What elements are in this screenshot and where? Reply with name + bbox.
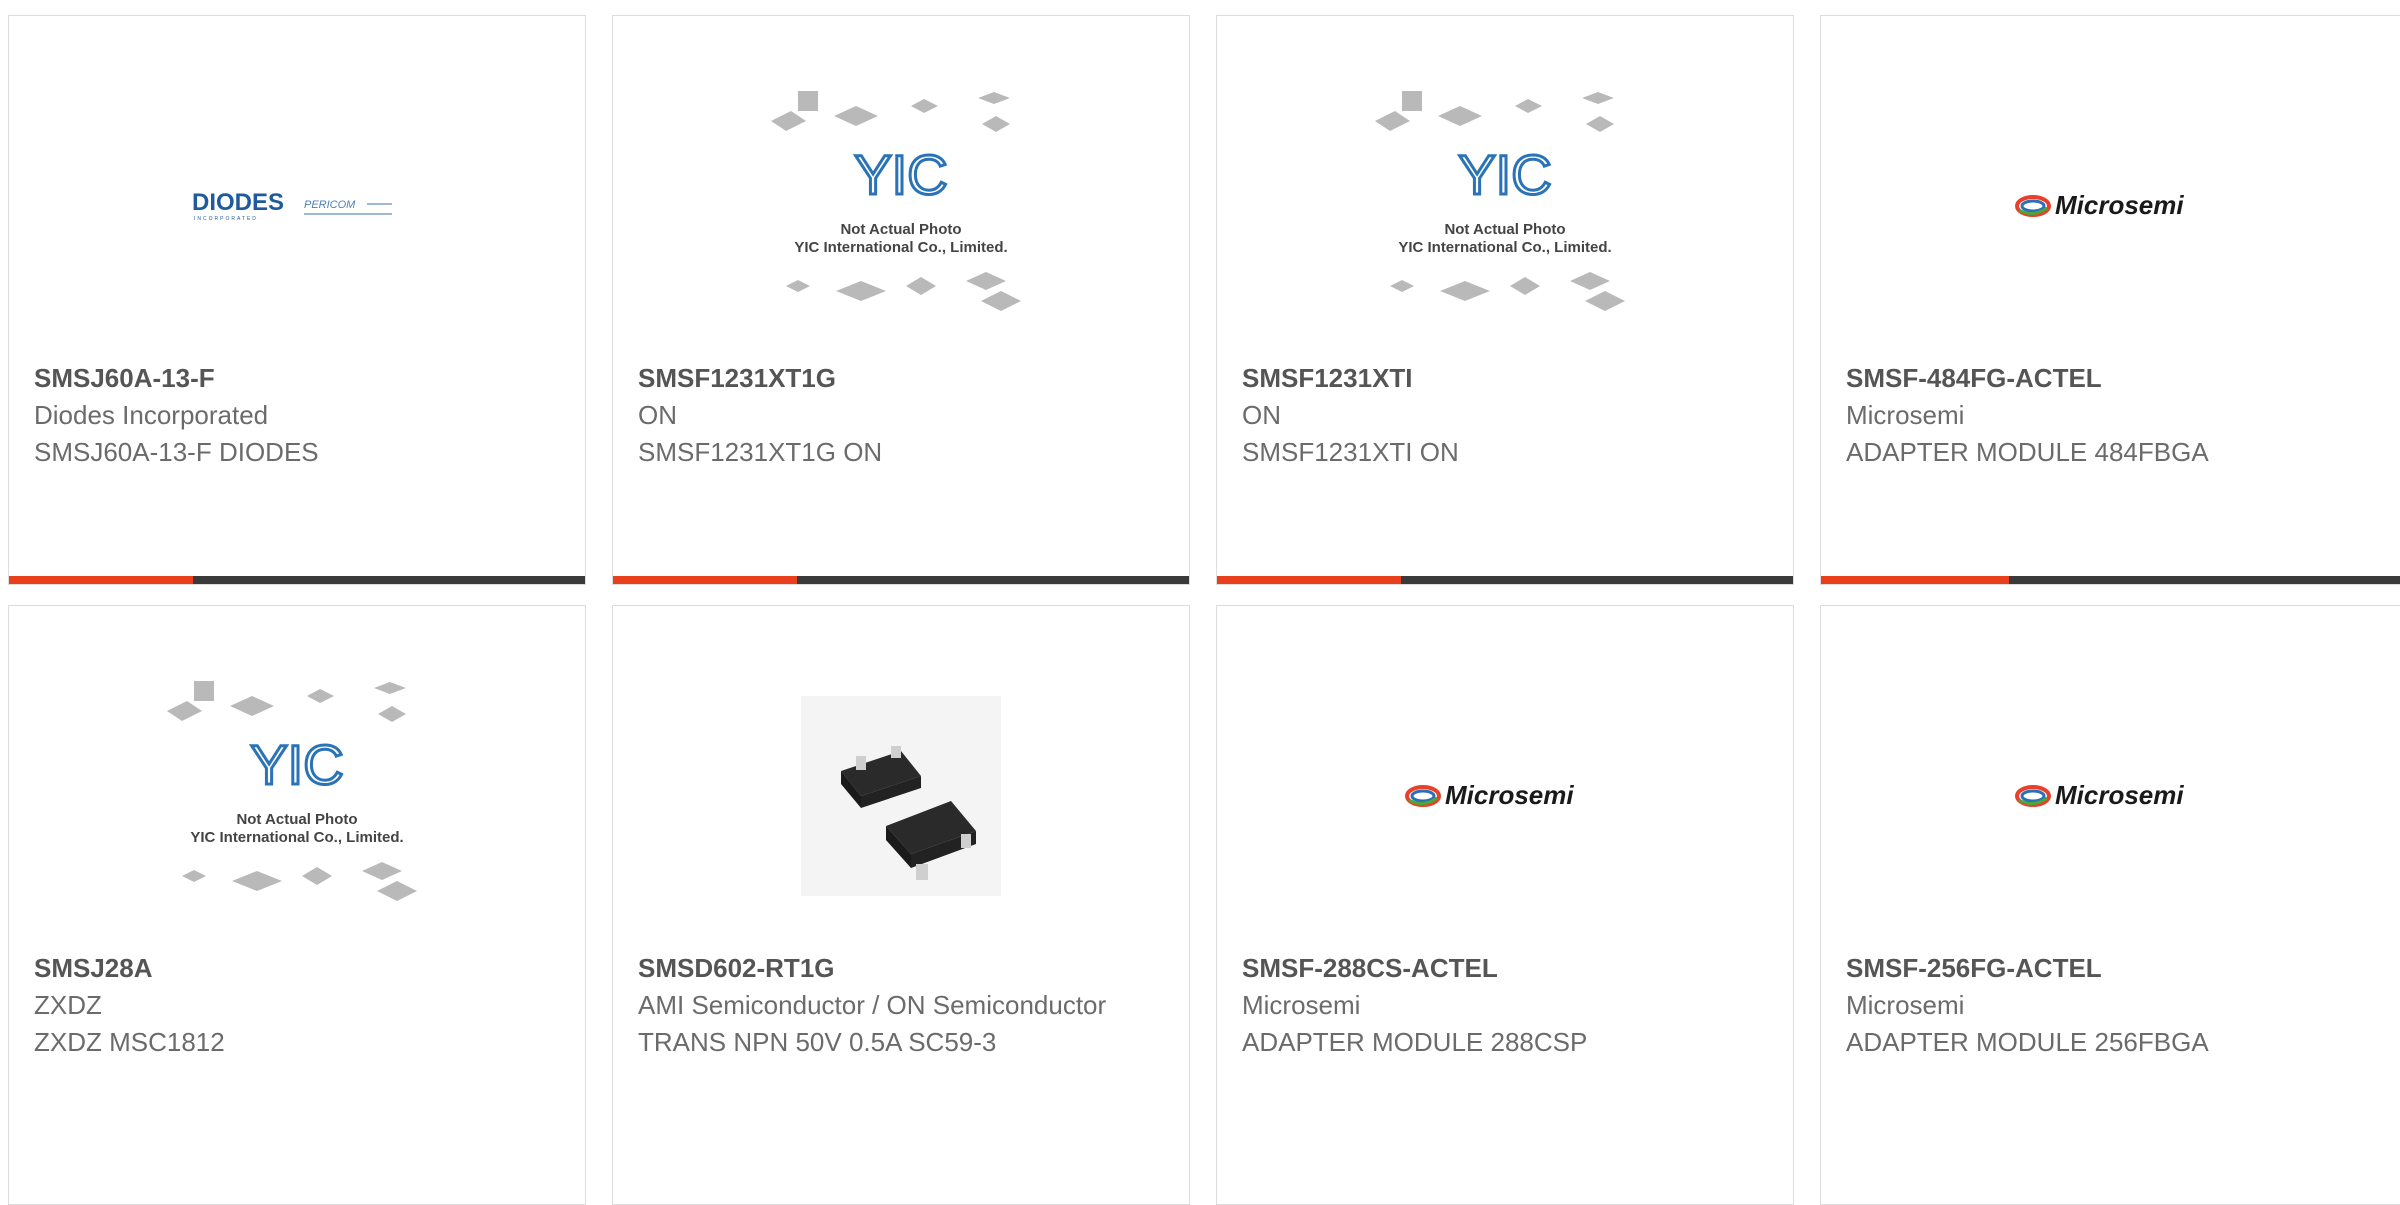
- manufacturer: Microsemi: [1242, 990, 1361, 1020]
- part-number[interactable]: SMSD602-RT1G: [638, 950, 1169, 987]
- product-image[interactable]: YIC Not Actual Photo YIC International C…: [9, 656, 585, 936]
- product-info: SMSF-288CS-ACTEL Microsemi ADAPTER MODUL…: [1242, 950, 1773, 1061]
- product-card[interactable]: YIC Not Actual Photo YIC International C…: [8, 605, 586, 1205]
- microsemi-logo-text: Microsemi: [1445, 780, 1574, 810]
- description: SMSJ60A-13-F DIODES: [34, 437, 319, 467]
- card-accent-bar: [1821, 576, 2010, 584]
- microsemi-logo-icon: Microsemi: [2015, 190, 2184, 220]
- part-number[interactable]: SMSF1231XTI: [1242, 360, 1773, 397]
- microsemi-logo-icon: Microsemi: [2015, 780, 2184, 810]
- yic-placeholder-icon: YIC Not Actual Photo YIC International C…: [1375, 91, 1625, 311]
- product-card[interactable]: SMSD602-RT1G AMI Semiconductor / ON Semi…: [612, 605, 1190, 1205]
- product-info: SMSJ28A ZXDZ ZXDZ MSC1812: [34, 950, 565, 1061]
- description: ZXDZ MSC1812: [34, 1027, 225, 1057]
- yic-logo-text: YIC: [250, 733, 343, 796]
- card-accent-bar: [9, 576, 194, 584]
- product-info: SMSJ60A-13-F Diodes Incorporated SMSJ60A…: [34, 360, 565, 471]
- manufacturer: Diodes Incorporated: [34, 400, 269, 430]
- product-card[interactable]: YIC Not Actual Photo YIC International C…: [1216, 15, 1794, 585]
- manufacturer: ZXDZ: [34, 990, 102, 1020]
- product-image[interactable]: [613, 656, 1189, 936]
- sot-package-photo-icon: [801, 696, 1001, 896]
- product-info: SMSF1231XTI ON SMSF1231XTI ON: [1242, 360, 1773, 471]
- manufacturer: Microsemi: [1846, 990, 1965, 1020]
- part-number[interactable]: SMSJ60A-13-F: [34, 360, 565, 397]
- product-card[interactable]: Microsemi SMSF-484FG-ACTEL Microsemi ADA…: [1820, 15, 2400, 585]
- product-card[interactable]: Microsemi SMSF-288CS-ACTEL Microsemi ADA…: [1216, 605, 1794, 1205]
- not-actual-photo-text: Not Actual Photo: [236, 811, 357, 828]
- manufacturer: ON: [1242, 400, 1281, 430]
- product-card[interactable]: YIC Not Actual Photo YIC International C…: [612, 15, 1190, 585]
- not-actual-photo-text: Not Actual Photo: [1444, 221, 1565, 238]
- microsemi-logo-icon: Microsemi: [1405, 780, 1574, 810]
- card-bottom-bar: [1821, 576, 2400, 584]
- product-grid: DIODES INCORPORATED PERICOM SMSJ60A-13-F…: [0, 0, 2400, 1205]
- product-card[interactable]: Microsemi SMSF-256FG-ACTEL Microsemi ADA…: [1820, 605, 2400, 1205]
- product-info: SMSF-256FG-ACTEL Microsemi ADAPTER MODUL…: [1846, 950, 2389, 1061]
- description: SMSF1231XTI ON: [1242, 437, 1459, 467]
- manufacturer: Microsemi: [1846, 400, 1965, 430]
- description: TRANS NPN 50V 0.5A SC59-3: [638, 1027, 997, 1057]
- not-actual-photo-text: Not Actual Photo: [840, 221, 961, 238]
- product-image[interactable]: YIC Not Actual Photo YIC International C…: [613, 66, 1189, 346]
- diodes-logo-icon: DIODES INCORPORATED PERICOM: [192, 189, 392, 222]
- product-image[interactable]: Microsemi: [1217, 656, 1793, 936]
- description: ADAPTER MODULE 256FBGA: [1846, 1027, 2209, 1057]
- part-number[interactable]: SMSF-484FG-ACTEL: [1846, 360, 2389, 397]
- product-info: SMSF-484FG-ACTEL Microsemi ADAPTER MODUL…: [1846, 360, 2389, 471]
- part-number[interactable]: SMSF-288CS-ACTEL: [1242, 950, 1773, 987]
- card-bottom-bar: [1217, 576, 1793, 584]
- product-image[interactable]: DIODES INCORPORATED PERICOM: [9, 66, 585, 346]
- product-info: SMSF1231XT1G ON SMSF1231XT1G ON: [638, 360, 1169, 471]
- diodes-logo-subtext: INCORPORATED: [194, 216, 258, 222]
- product-info: SMSD602-RT1G AMI Semiconductor / ON Semi…: [638, 950, 1169, 1061]
- manufacturer: ON: [638, 400, 677, 430]
- yic-placeholder-icon: YIC Not Actual Photo YIC International C…: [771, 91, 1021, 311]
- card-accent-bar: [1217, 576, 1402, 584]
- product-card[interactable]: DIODES INCORPORATED PERICOM SMSJ60A-13-F…: [8, 15, 586, 585]
- yic-company-text: YIC International Co., Limited.: [1398, 239, 1611, 256]
- pericom-logo-text: PERICOM: [304, 199, 356, 211]
- yic-company-text: YIC International Co., Limited.: [190, 829, 403, 846]
- product-image[interactable]: Microsemi: [1821, 66, 2400, 346]
- microsemi-logo-text: Microsemi: [2055, 190, 2184, 220]
- part-number[interactable]: SMSF-256FG-ACTEL: [1846, 950, 2389, 987]
- yic-logo-text: YIC: [1458, 143, 1551, 206]
- part-number[interactable]: SMSJ28A: [34, 950, 565, 987]
- yic-logo-text: YIC: [854, 143, 947, 206]
- description: ADAPTER MODULE 288CSP: [1242, 1027, 1588, 1057]
- microsemi-logo-text: Microsemi: [2055, 780, 2184, 810]
- yic-company-text: YIC International Co., Limited.: [794, 239, 1007, 256]
- manufacturer: AMI Semiconductor / ON Semiconductor: [638, 990, 1107, 1020]
- product-image[interactable]: YIC Not Actual Photo YIC International C…: [1217, 66, 1793, 346]
- card-bottom-bar: [9, 576, 585, 584]
- part-number[interactable]: SMSF1231XT1G: [638, 360, 1169, 397]
- yic-placeholder-icon: YIC Not Actual Photo YIC International C…: [167, 681, 417, 901]
- card-bottom-bar: [613, 576, 1189, 584]
- description: ADAPTER MODULE 484FBGA: [1846, 437, 2209, 467]
- card-accent-bar: [613, 576, 798, 584]
- diodes-logo-text: DIODES: [192, 189, 284, 216]
- product-image[interactable]: Microsemi: [1821, 656, 2400, 936]
- description: SMSF1231XT1G ON: [638, 437, 883, 467]
